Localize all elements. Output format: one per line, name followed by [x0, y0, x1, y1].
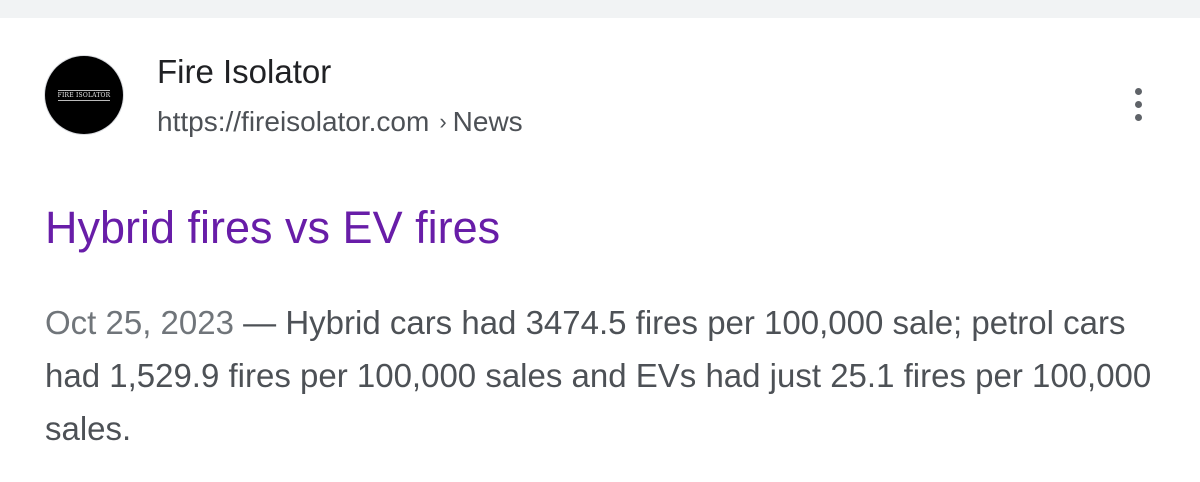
breadcrumb-separator-icon: › — [439, 109, 447, 134]
result-date: Oct 25, 2023 — [45, 304, 234, 341]
top-strip — [0, 0, 1200, 18]
site-name[interactable]: Fire Isolator — [157, 52, 331, 92]
more-options-button[interactable] — [1120, 76, 1156, 132]
result-title-link[interactable]: Hybrid fires vs EV fires — [45, 200, 500, 256]
more-vert-icon — [1134, 113, 1142, 121]
more-vert-icon — [1134, 100, 1142, 108]
favicon-logo-text: FIRE ISOLATOR — [57, 89, 111, 101]
site-url-breadcrumb[interactable]: https://fireisolator.com › News — [157, 104, 523, 142]
result-snippet: Oct 25, 2023 — Hybrid cars had 3474.5 fi… — [45, 296, 1155, 455]
site-url: https://fireisolator.com — [157, 106, 430, 137]
more-vert-icon — [1134, 87, 1142, 95]
breadcrumb-section: News — [452, 106, 523, 137]
site-favicon[interactable]: FIRE ISOLATOR — [45, 56, 123, 134]
date-separator: — — [233, 304, 286, 341]
